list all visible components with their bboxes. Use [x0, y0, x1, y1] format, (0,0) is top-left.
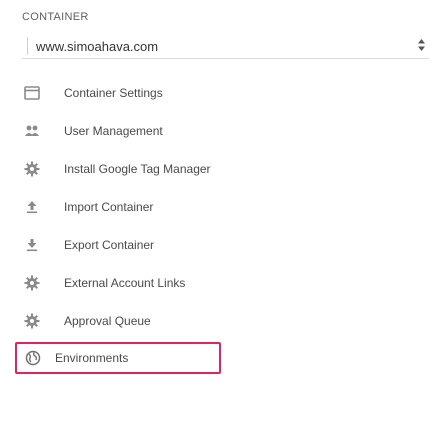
menu-item-label: Export Container	[64, 238, 155, 252]
container-selector[interactable]: www.simoahava.com	[22, 34, 429, 59]
menu-item-environments[interactable]: Environments	[15, 342, 221, 374]
menu-item-label: Install Google Tag Manager	[64, 162, 211, 176]
menu-item-install-gtm[interactable]: Install Google Tag Manager	[22, 154, 262, 184]
upload-icon	[24, 199, 40, 215]
globe-icon	[25, 350, 41, 366]
menu-item-user-management[interactable]: User Management	[22, 116, 262, 146]
gear-icon	[24, 161, 40, 177]
section-title: CONTAINER	[22, 11, 89, 23]
menu-item-label: Environments	[55, 351, 129, 365]
download-icon	[24, 237, 40, 253]
menu-item-label: Import Container	[64, 200, 154, 214]
users-icon	[24, 123, 40, 139]
menu-item-external-account-links[interactable]: External Account Links	[22, 268, 262, 298]
gear-icon	[24, 275, 40, 291]
menu-item-label: Approval Queue	[64, 314, 151, 328]
window-icon	[24, 85, 40, 101]
up-down-arrows-icon[interactable]	[417, 38, 426, 52]
menu-item-label: Container Settings	[64, 86, 163, 100]
gear-icon	[24, 313, 40, 329]
menu-item-import-container[interactable]: Import Container	[22, 192, 262, 222]
menu-item-export-container[interactable]: Export Container	[22, 230, 262, 260]
menu-item-approval-queue[interactable]: Approval Queue	[22, 306, 262, 336]
menu-item-container-settings[interactable]: Container Settings	[22, 78, 262, 108]
menu-item-label: External Account Links	[64, 276, 186, 290]
selector-accent-bar	[27, 37, 28, 55]
container-selector-value: www.simoahava.com	[36, 39, 159, 54]
menu-item-label: User Management	[64, 124, 163, 138]
